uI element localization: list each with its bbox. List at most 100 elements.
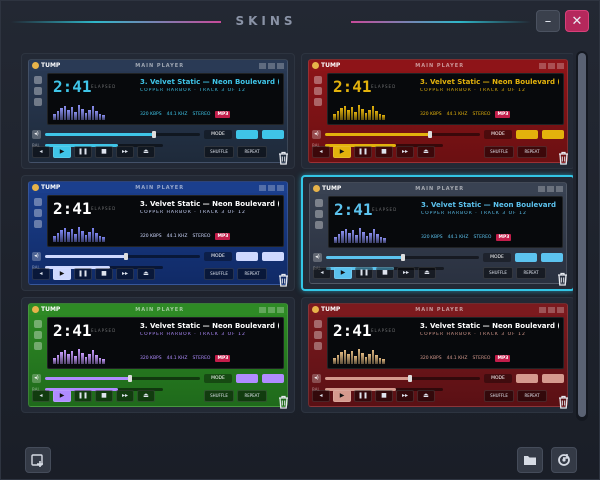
spectrum-bar [88, 231, 91, 242]
delete-skin-icon[interactable] [277, 395, 290, 409]
player-display: 2:41 ELAPSED 3. Velvet Static — Neon Bou… [47, 73, 284, 125]
shuffle-button: SHUFFLE [484, 145, 514, 158]
player-body: 2:41 ELAPSED 3. Velvet Static — Neon Bou… [32, 317, 284, 369]
player-max-icon [547, 185, 554, 192]
volume-icon: ◂) [312, 129, 321, 139]
side-button-icon [34, 342, 42, 350]
spectrum-bar [348, 233, 351, 243]
seek-bar [45, 252, 200, 260]
eject-button: ⏏ [417, 389, 435, 402]
spectrum-bar [362, 231, 365, 243]
side-button-icon [314, 331, 322, 339]
player-side-buttons [313, 196, 325, 248]
pause-button: ❚❚ [74, 267, 92, 280]
track-title: 3. Velvet Static — Neon Boulevard (Exten… [140, 78, 279, 86]
volume-icon: ◂) [312, 373, 321, 383]
spectrum-bar [365, 235, 369, 243]
transport-controls: ◂ ▶ ❚❚ ■ ▸▸ ⏏ SHUFFLE REPEAT [32, 266, 284, 281]
logo-text: TUMP [41, 184, 61, 191]
player-max-icon [268, 62, 275, 69]
skin-tile-blue[interactable]: TUMP MAIN PLAYER 2:41 ELAPSED 3. Velvet … [21, 175, 295, 291]
player-close-icon [556, 185, 563, 192]
player-window-controls [259, 306, 284, 313]
delete-skin-icon[interactable] [277, 151, 290, 165]
spectrum-bar [70, 107, 74, 120]
player-header: TUMP MAIN PLAYER [29, 304, 287, 315]
spectrum-bar [371, 350, 375, 364]
player-logo: TUMP [312, 62, 340, 69]
play-button: ▶ [53, 145, 71, 158]
track-artist: COPPER HARBOR · TRACK 3 OF 12 [420, 88, 526, 93]
track-info: 320 KBPS 44.1 KHZ STEREO MP3 [421, 234, 558, 241]
eq-toggle [236, 129, 258, 139]
skin-preview: TUMP MAIN PLAYER 2:41 ELAPSED 3. Velvet … [308, 59, 568, 163]
spectrum-bar [355, 235, 358, 243]
close-button[interactable]: ✕ [565, 10, 589, 32]
skin-tile-steel[interactable]: TUMP MAIN PLAYER 2:41 ELAPSED 3. Velvet … [301, 175, 573, 291]
side-button-icon [315, 210, 323, 218]
skin-tile-crimson[interactable]: TUMP MAIN PLAYER 2:41 ELAPSED 3. Velvet … [301, 297, 573, 413]
add-skin-icon [31, 454, 43, 467]
skin-tile-green[interactable]: TUMP MAIN PLAYER 2:41 ELAPSED 3. Velvet … [21, 297, 295, 413]
mode-pill: MODE [484, 129, 512, 139]
next-button: ▸▸ [396, 145, 414, 158]
player-header-text: MAIN PLAYER [135, 184, 185, 191]
track-title: 3. Velvet Static — Neon Boulevard (Exten… [420, 78, 559, 86]
player-display: 2:41 ELAPSED 3. Velvet Static — Neon Bou… [327, 73, 564, 125]
track-artist: COPPER HARBOR · TRACK 3 OF 12 [140, 332, 246, 337]
player-header-text: MAIN PLAYER [415, 306, 465, 313]
player-min-icon [259, 306, 266, 313]
delete-skin-icon[interactable] [556, 272, 569, 286]
logo-icon [32, 306, 39, 313]
folder-icon [524, 456, 536, 465]
prev-button: ◂ [312, 145, 330, 158]
time-display: 2:41 [53, 77, 92, 96]
player-min-icon [539, 306, 546, 313]
spectrum-bar [63, 105, 67, 120]
eject-button: ⏏ [137, 145, 155, 158]
info-stereo: STEREO [192, 234, 211, 239]
delete-skin-icon[interactable] [557, 395, 570, 409]
spectrum-bar [350, 107, 354, 120]
info-stereo: STEREO [192, 112, 211, 117]
delete-skin-icon[interactable] [277, 273, 290, 287]
add-skin-button[interactable] [25, 447, 51, 473]
spectrum-bar [337, 234, 341, 243]
pl-toggle [541, 252, 563, 262]
player-header-text: MAIN PLAYER [135, 62, 185, 69]
skin-preview: TUMP MAIN PLAYER 2:41 ELAPSED 3. Velvet … [309, 182, 567, 284]
spectrum-bar [343, 105, 347, 120]
minimize-button[interactable]: – [536, 10, 560, 32]
info-format-badge: MP3 [495, 111, 511, 118]
eq-toggle [516, 129, 538, 139]
player-header: TUMP MAIN PLAYER [29, 182, 287, 193]
eject-button: ⏏ [137, 389, 155, 402]
player-body: 2:41 ELAPSED 3. Velvet Static — Neon Bou… [32, 73, 284, 125]
skin-tile-cyan[interactable]: TUMP MAIN PLAYER 2:41 ELAPSED 3. Velvet … [21, 53, 295, 169]
side-button-icon [314, 342, 322, 350]
player-display: 2:41 ELAPSED 3. Velvet Static — Neon Bou… [47, 317, 284, 369]
open-folder-button[interactable] [517, 447, 543, 473]
spectrum-bar [378, 113, 382, 120]
logo-icon [32, 184, 39, 191]
mode-pill: MODE [204, 373, 232, 383]
logo-icon [313, 185, 320, 192]
time-sublabel: ELAPSED [371, 84, 397, 89]
info-stereo: STEREO [472, 112, 491, 117]
scrollbar[interactable] [576, 51, 588, 421]
skin-tile-red[interactable]: TUMP MAIN PLAYER 2:41 ELAPSED 3. Velvet … [301, 53, 573, 169]
spectrum-bar [56, 111, 60, 120]
spectrum-bar [368, 109, 371, 120]
spectrum-bar [347, 354, 350, 364]
player-header-text: MAIN PLAYER [415, 62, 465, 69]
refresh-button[interactable] [551, 447, 577, 473]
time-display: 2:41 [53, 321, 92, 340]
spectrum-bar [361, 108, 364, 120]
spectrum-bar [53, 358, 56, 364]
delete-skin-icon[interactable] [557, 151, 570, 165]
next-button: ▸▸ [396, 389, 414, 402]
info-bitrate: 320 KBPS [420, 112, 442, 117]
scrollbar-thumb[interactable] [578, 53, 586, 417]
player-window-controls [539, 62, 564, 69]
track-title: 3. Velvet Static — Neon Boulevard (Exten… [140, 200, 279, 208]
